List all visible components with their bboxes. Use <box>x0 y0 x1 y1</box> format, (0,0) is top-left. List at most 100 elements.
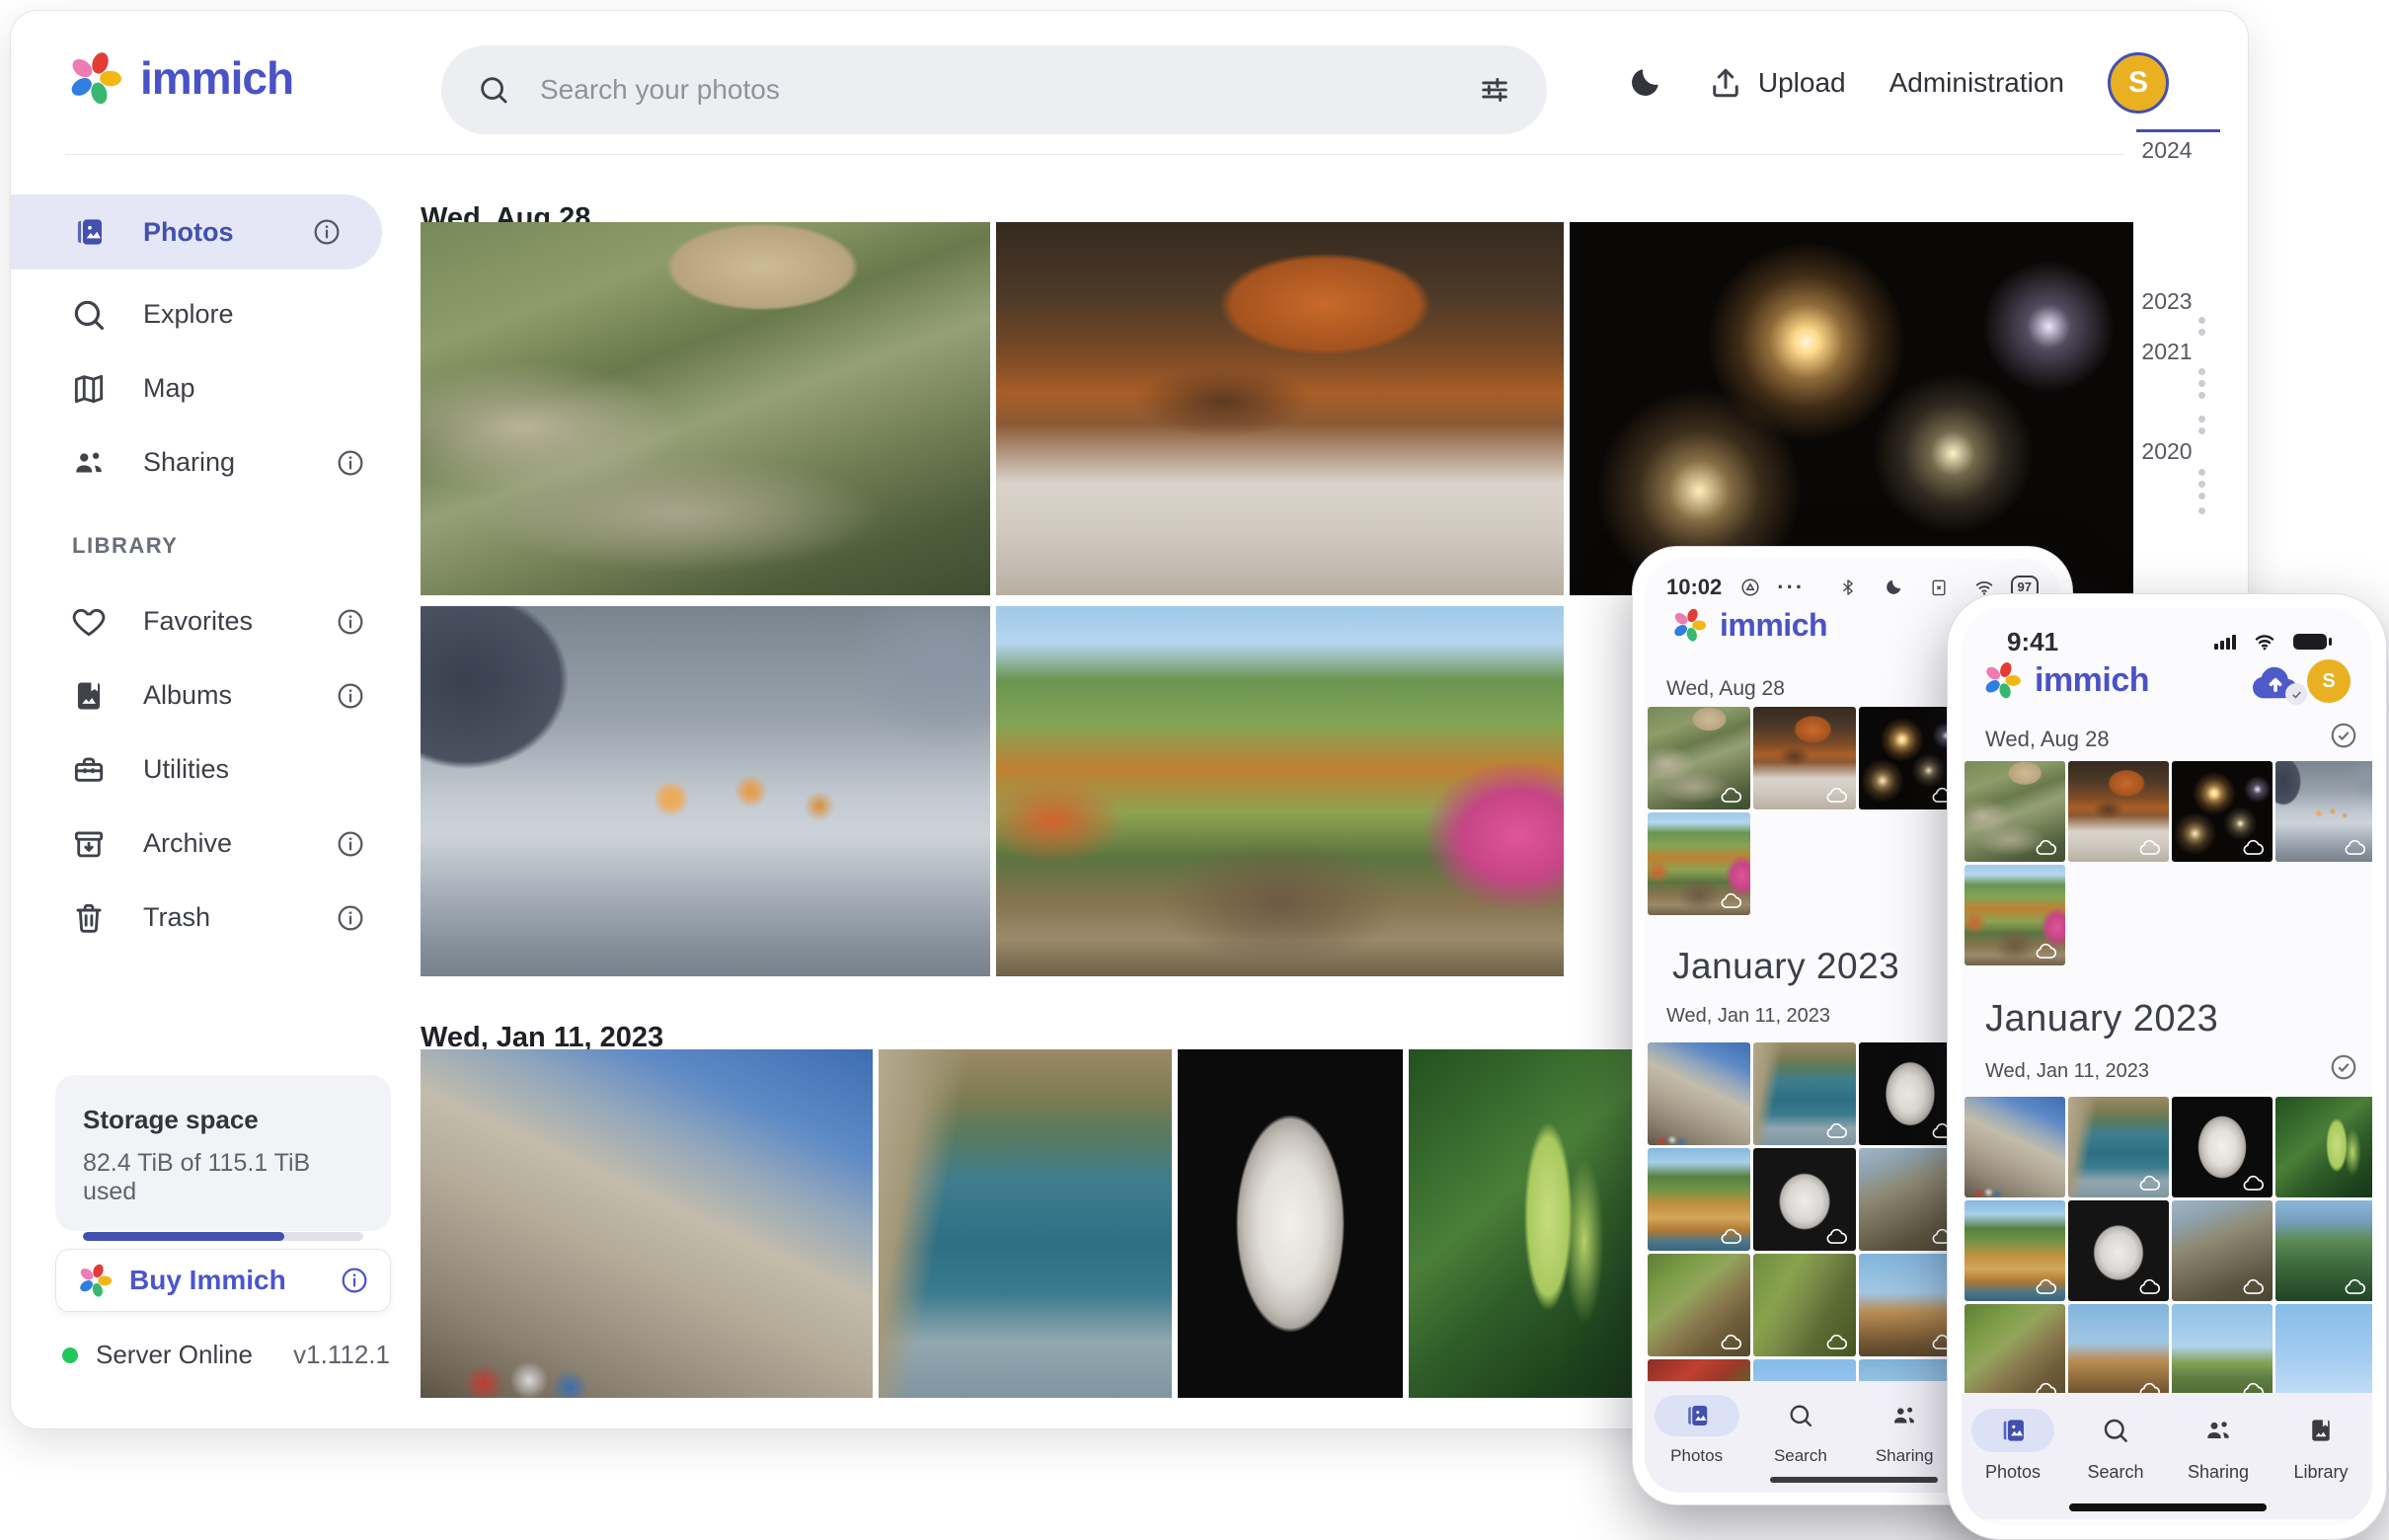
month-header: January 2023 <box>1672 946 1899 987</box>
thumb-autumn-path[interactable] <box>1648 812 1750 915</box>
scrubber-dot <box>2198 368 2205 375</box>
cloud-backup-icon <box>1720 1227 1743 1245</box>
cloud-backup-icon <box>2344 838 2367 856</box>
sharing-people-icon <box>2202 1415 2234 1446</box>
storage-space-card: Storage space 82.4 TiB of 115.1 TiB used <box>55 1075 391 1231</box>
thumb-house[interactable] <box>2172 1304 2273 1405</box>
thumb-city-tower[interactable] <box>2068 1304 2169 1405</box>
photo-fireworks[interactable] <box>1570 222 2133 595</box>
thumb-marble-bust[interactable] <box>2172 1097 2273 1197</box>
photo-fortress-walls[interactable] <box>421 1049 873 1398</box>
sidebar-item-sharing[interactable]: Sharing <box>11 425 406 500</box>
thumb-row <box>1965 761 2372 862</box>
photo-autumn-path[interactable] <box>996 606 1564 976</box>
scrubber-year[interactable]: 2024 <box>2114 137 2220 164</box>
nav-item-photos[interactable]: Photos <box>1971 1409 2054 1519</box>
thumb-row <box>1965 865 2065 965</box>
thumb-fireworks[interactable] <box>2172 761 2273 862</box>
info-icon[interactable] <box>335 680 366 712</box>
active-nav-pill <box>1655 1395 1739 1436</box>
search-input[interactable] <box>538 73 1476 107</box>
thumb-cliff-beach[interactable] <box>1965 1200 2065 1301</box>
photo-monkeys-forest[interactable] <box>421 222 990 595</box>
battery-icon <box>2293 634 2327 650</box>
select-day-check-icon[interactable] <box>2329 721 2358 755</box>
thumb-lizard[interactable] <box>1648 1254 1750 1356</box>
buy-immich-button[interactable]: Buy Immich <box>55 1249 391 1312</box>
upload-button[interactable]: Upload <box>1707 65 1846 101</box>
scrubber-year[interactable]: 2021 <box>2114 339 2220 365</box>
thumb-airplane-sky[interactable] <box>2275 1304 2372 1405</box>
thumb-monkeys-forest[interactable] <box>1648 707 1750 809</box>
photo-coastline[interactable] <box>879 1049 1172 1398</box>
sharing-people-icon <box>70 444 108 482</box>
search-filters-icon[interactable] <box>1476 73 1513 107</box>
sidebar-item-explore[interactable]: Explore <box>11 277 406 351</box>
thumb-dinner-table[interactable] <box>1753 707 1856 809</box>
info-icon[interactable] <box>335 902 366 934</box>
info-icon[interactable] <box>335 606 366 638</box>
server-status-label: Server Online <box>96 1340 253 1370</box>
dark-mode-moon-icon[interactable] <box>1626 63 1663 103</box>
status-ellipsis: ··· <box>1777 575 1805 600</box>
status-time: 10:02 <box>1666 575 1722 600</box>
nav-item-library[interactable]: Library <box>2279 1409 2362 1519</box>
thumb-holding-hands[interactable] <box>2275 761 2372 862</box>
search-bar[interactable] <box>441 45 1547 134</box>
nav-pill <box>2177 1409 2260 1452</box>
thumb-coastline[interactable] <box>1753 1042 1856 1145</box>
scrubber-year[interactable]: 2023 <box>2114 288 2220 315</box>
thumb-seagrapes[interactable] <box>2275 1097 2372 1197</box>
cellular-bars-icon <box>2214 635 2236 650</box>
cloud-backup-icon <box>1720 786 1743 804</box>
heart-icon <box>70 603 108 641</box>
cloud-backup-icon <box>1825 1121 1849 1139</box>
nav-item-photos[interactable]: Photos <box>1655 1395 1739 1493</box>
cloud-backup-icon <box>2242 1174 2266 1192</box>
thumb-fortress[interactable] <box>1648 1042 1750 1145</box>
photo-holding-hands[interactable] <box>421 606 990 976</box>
photo-row <box>421 222 2133 595</box>
sidebar-item-photos[interactable]: Photos <box>11 194 382 270</box>
upload-label: Upload <box>1758 67 1846 99</box>
thumb-coastline[interactable] <box>2068 1097 2169 1197</box>
server-version: v1.112.1 <box>293 1340 390 1370</box>
user-avatar[interactable]: S <box>2108 52 2169 114</box>
info-icon[interactable] <box>339 1265 370 1296</box>
photo-dinner-table[interactable] <box>996 222 1564 595</box>
photo-marble-bust[interactable] <box>1178 1049 1403 1398</box>
sidebar-item-label: Albums <box>143 680 232 711</box>
info-icon[interactable] <box>335 447 366 479</box>
nav-label: Search <box>2087 1462 2143 1483</box>
sidebar-item-utilities[interactable]: Utilities <box>11 732 406 807</box>
thumb-evergreen[interactable] <box>2275 1200 2372 1301</box>
select-day-check-icon[interactable] <box>2329 1052 2358 1087</box>
scrubber-year[interactable]: 2020 <box>2114 438 2220 465</box>
thumb-stone-tower[interactable] <box>2172 1200 2273 1301</box>
immich-logo[interactable]: immich <box>65 48 293 108</box>
info-icon[interactable] <box>311 216 343 248</box>
sidebar-item-label: Explore <box>143 299 234 330</box>
photo-green-seagrapes[interactable] <box>1409 1049 1634 1398</box>
backup-cloud-icon[interactable] <box>2250 661 2301 701</box>
nav-pill <box>1862 1395 1947 1436</box>
thumb-lizard[interactable] <box>1965 1304 2065 1405</box>
thumb-white-rock[interactable] <box>2068 1200 2169 1301</box>
thumb-dinner-table[interactable] <box>2068 761 2169 862</box>
thumb-fortress[interactable] <box>1965 1097 2065 1197</box>
sidebar-item-archive[interactable]: Archive <box>11 807 406 881</box>
thumb-autumn-path[interactable] <box>1965 865 2065 965</box>
sidebar-item-favorites[interactable]: Favorites <box>11 584 406 658</box>
thumb-white-rock[interactable] <box>1753 1148 1856 1251</box>
sidebar-item-albums[interactable]: Albums <box>11 658 406 732</box>
thumb-cliff-beach[interactable] <box>1648 1148 1750 1251</box>
thumb-monkeys-forest[interactable] <box>1965 761 2065 862</box>
sidebar-item-map[interactable]: Map <box>11 351 406 425</box>
administration-link[interactable]: Administration <box>1889 67 2064 99</box>
info-icon[interactable] <box>335 828 366 860</box>
buy-immich-label: Buy Immich <box>129 1265 286 1296</box>
thumb-lizard-closeup[interactable] <box>1753 1254 1856 1356</box>
scrubber-dot <box>2198 481 2205 488</box>
user-avatar[interactable]: S <box>2307 659 2350 703</box>
sidebar-item-trash[interactable]: Trash <box>11 881 406 955</box>
